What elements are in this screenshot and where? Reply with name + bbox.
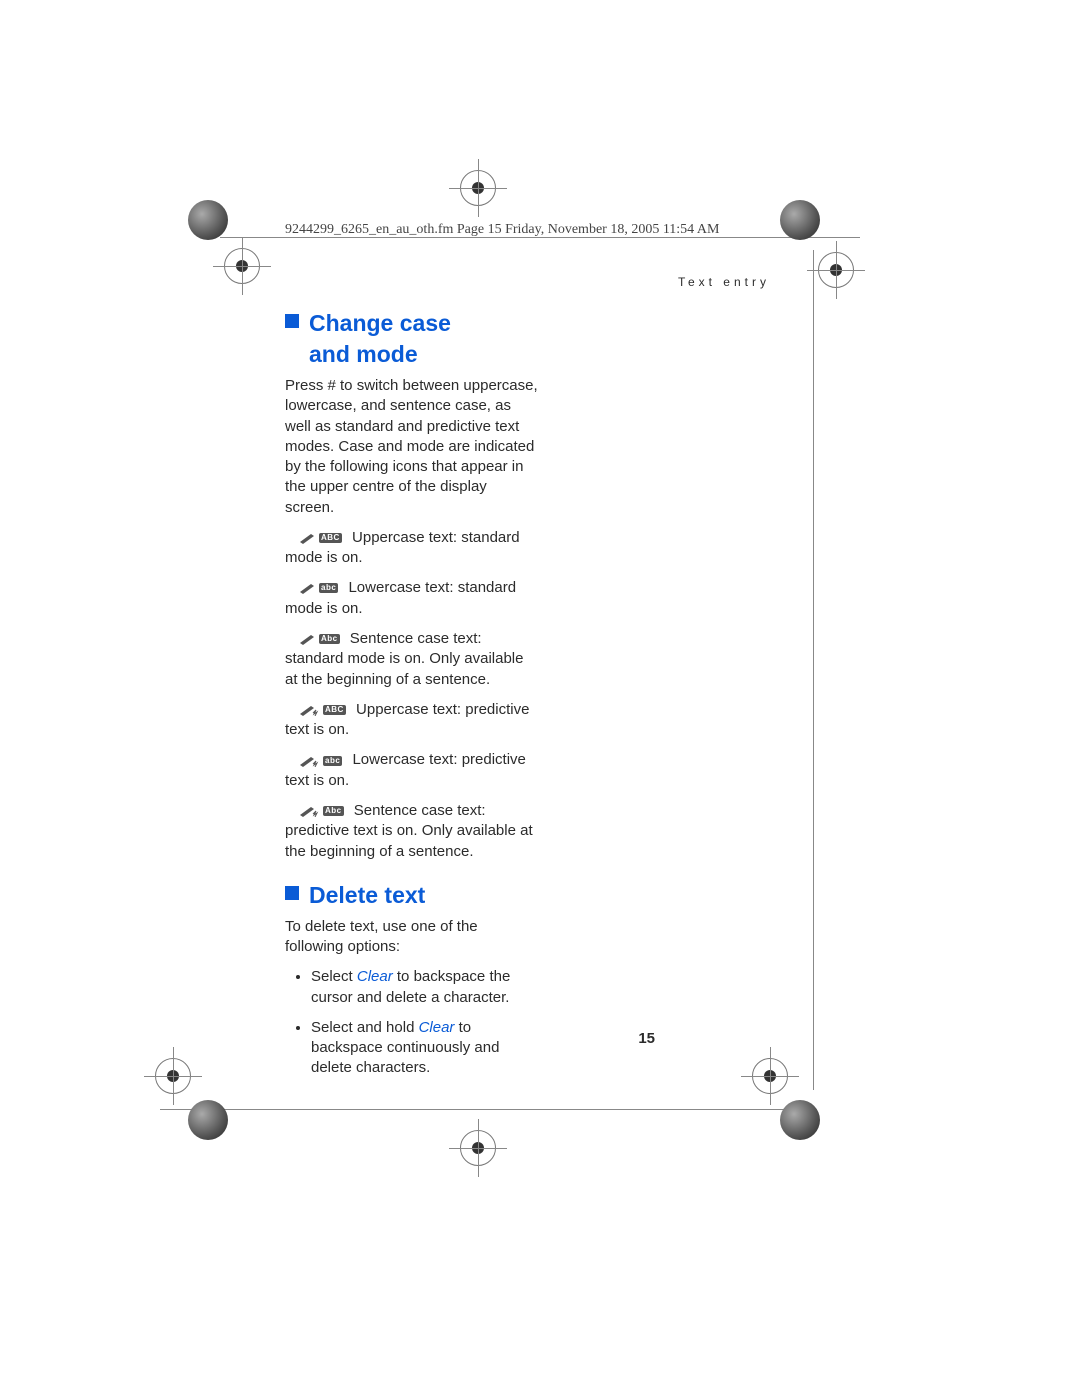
heading-text: Delete text xyxy=(309,880,425,911)
register-mark-icon xyxy=(752,1058,788,1094)
square-bullet-icon xyxy=(285,886,299,900)
register-mark-icon xyxy=(460,1130,496,1166)
pencil-predictive-icon xyxy=(299,704,321,716)
register-disc-icon xyxy=(188,1100,228,1140)
mode-sentence-standard: Abc Sentence case text: standard mode is… xyxy=(285,629,540,690)
pencil-std-icon xyxy=(299,633,317,645)
abc-tag: Abc xyxy=(323,806,344,816)
bullet-list: Select Clear to backspace the cursor and… xyxy=(285,967,540,1078)
paragraph: Press # to switch between uppercase, low… xyxy=(285,376,540,518)
mode-uppercase-standard: ABC Uppercase text: standard mode is on. xyxy=(285,528,540,569)
abc-tag: Abc xyxy=(319,634,340,644)
clear-keyword: Clear xyxy=(419,1019,455,1036)
mode-uppercase-predictive: ABC Uppercase text: predictive text is o… xyxy=(285,700,540,741)
running-head: Text entry xyxy=(678,275,770,289)
content-column: Change case and mode Press # to switch b… xyxy=(285,300,540,1089)
square-bullet-icon xyxy=(285,314,299,328)
abc-tag: ABC xyxy=(323,705,346,715)
paragraph: To delete text, use one of the following… xyxy=(285,917,540,958)
register-disc-icon xyxy=(780,200,820,240)
mode-lowercase-predictive: abc Lowercase text: predictive text is o… xyxy=(285,750,540,791)
rule-line xyxy=(813,250,814,1090)
clear-keyword: Clear xyxy=(357,968,393,985)
heading-text: Change case and mode xyxy=(309,308,451,370)
register-mark-icon xyxy=(224,248,260,284)
register-disc-icon xyxy=(780,1100,820,1140)
pencil-predictive-icon xyxy=(299,755,321,767)
heading-change-case: Change case and mode xyxy=(285,308,540,370)
register-mark-icon xyxy=(155,1058,191,1094)
pencil-std-icon xyxy=(299,532,317,544)
abc-tag: abc xyxy=(319,583,338,593)
text: Select and hold xyxy=(311,1019,419,1036)
mode-sentence-predictive: Abc Sentence case text: predictive text … xyxy=(285,801,540,862)
pencil-predictive-icon xyxy=(299,805,321,817)
rule-line xyxy=(160,1109,800,1110)
register-disc-icon xyxy=(188,200,228,240)
text: Select xyxy=(311,968,357,985)
register-mark-icon xyxy=(460,170,496,206)
register-mark-icon xyxy=(818,252,854,288)
heading-delete-text: Delete text xyxy=(285,880,540,911)
abc-tag: ABC xyxy=(319,533,342,543)
mode-lowercase-standard: abc Lowercase text: standard mode is on. xyxy=(285,578,540,619)
page-number: 15 xyxy=(638,1030,655,1047)
abc-tag: abc xyxy=(323,756,342,766)
bullet-item: Select and hold Clear to backspace conti… xyxy=(311,1018,540,1079)
bullet-item: Select Clear to backspace the cursor and… xyxy=(311,967,540,1008)
pencil-std-icon xyxy=(299,582,317,594)
page-header: 9244299_6265_en_au_oth.fm Page 15 Friday… xyxy=(285,222,719,238)
